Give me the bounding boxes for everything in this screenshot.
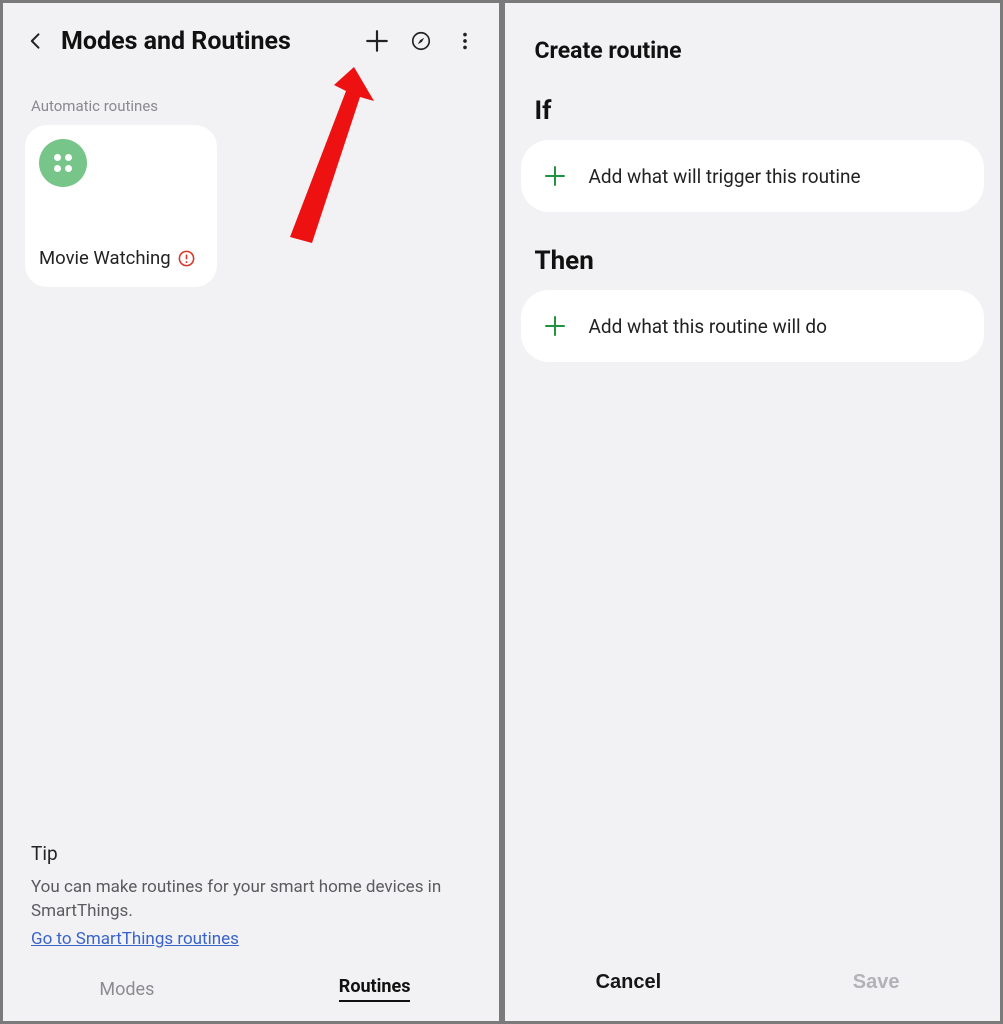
cancel-button[interactable]: Cancel [505, 943, 753, 1021]
bottom-tab-bar: Modes Routines [3, 957, 499, 1021]
more-options-icon[interactable] [445, 21, 485, 61]
then-label: Then [505, 212, 1001, 290]
tab-modes[interactable]: Modes [3, 957, 251, 1021]
create-routine-screen: Create routine If Add what will trigger … [502, 0, 1003, 1024]
routine-icon [39, 139, 87, 187]
routine-card[interactable]: Movie Watching [25, 125, 217, 287]
add-routine-button[interactable] [357, 21, 397, 61]
plus-icon [543, 164, 567, 188]
add-then-action-button[interactable]: Add what this routine will do [521, 290, 985, 362]
automatic-routines-label: Automatic routines [3, 67, 499, 125]
tip-block: Tip You can make routines for your smart… [3, 842, 499, 949]
create-routine-footer: Cancel Save [505, 943, 1001, 1021]
tab-routines-label: Routines [339, 976, 411, 1002]
add-if-text: Add what will trigger this routine [589, 165, 861, 188]
tip-body: You can make routines for your smart hom… [31, 875, 471, 923]
discover-icon[interactable] [401, 21, 441, 61]
routines-list-screen: Modes and Routines Automatic routines Mo… [0, 0, 502, 1024]
add-if-condition-button[interactable]: Add what will trigger this routine [521, 140, 985, 212]
page-title: Modes and Routines [61, 27, 291, 56]
if-label: If [505, 94, 1001, 140]
routine-name: Movie Watching [39, 247, 171, 269]
four-dots-icon [53, 153, 73, 173]
header-bar: Modes and Routines [3, 3, 499, 67]
add-then-text: Add what this routine will do [589, 315, 827, 338]
tab-modes-label: Modes [99, 979, 154, 1000]
create-routine-title: Create routine [505, 3, 1001, 94]
back-icon[interactable] [17, 22, 55, 60]
smartthings-routines-link[interactable]: Go to SmartThings routines [31, 929, 239, 949]
plus-icon [543, 314, 567, 338]
tip-title: Tip [31, 842, 471, 865]
warning-icon [177, 249, 196, 268]
tab-routines[interactable]: Routines [251, 957, 499, 1021]
save-button[interactable]: Save [752, 943, 1000, 1021]
